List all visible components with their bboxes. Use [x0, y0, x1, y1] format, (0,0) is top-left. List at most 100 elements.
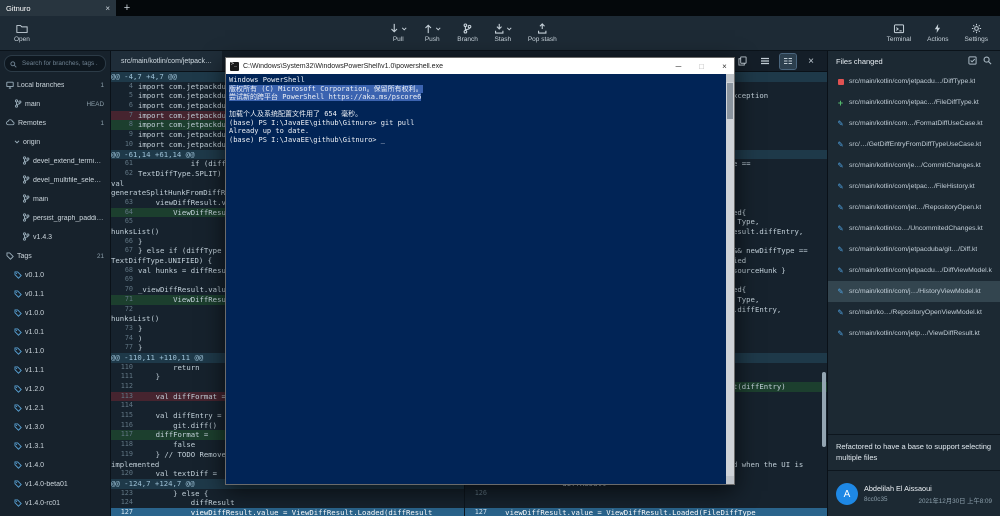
powershell-content[interactable]: Windows PowerShell版权所有 (C) Microsoft Cor… [226, 74, 734, 484]
sidebar-item-remote-branch[interactable]: v1.4.3 [0, 228, 110, 247]
tab-close-icon[interactable]: × [105, 4, 110, 13]
actions-button[interactable]: Actions [919, 16, 956, 50]
sidebar-section-local-branches[interactable]: Local branches 1 [0, 76, 110, 95]
diff-line[interactable]: 127 viewDiffResult.value = ViewDiffResul… [465, 508, 827, 516]
sidebar-item-local-branch[interactable]: main HEAD [0, 95, 110, 114]
sidebar-section-remotes[interactable]: Remotes 1 [0, 114, 110, 133]
sidebar-item-tag[interactable]: v1.3.1 [0, 437, 110, 456]
powershell-titlebar[interactable]: C:\Windows\System32\WindowsPowerShell\v1… [226, 58, 734, 74]
sidebar-item-remote-branch[interactable]: persist_graph_paddin… [0, 209, 110, 228]
minimize-button[interactable]: ─ [669, 58, 688, 74]
powershell-window[interactable]: C:\Windows\System32\WindowsPowerShell\v1… [225, 57, 735, 485]
tag-icon [14, 309, 22, 319]
line-number: 5 [111, 91, 138, 101]
new-tab-button[interactable]: + [116, 0, 138, 16]
commit-hash: 8cc0c35 [864, 496, 887, 505]
file-changed-item[interactable]: src/main/kotlin/com/jet…/RepositoryOpen.… [828, 197, 1000, 218]
file-changed-item[interactable]: src/main/kotlin/com/jetpac…/FileDiffType… [828, 92, 1000, 113]
line-text: viewDiffResult.value = ViewDiffResult.Lo… [492, 508, 827, 516]
diff-file-tab[interactable]: src/main/kotlin/com/jetpack… [111, 51, 222, 71]
head-badge: HEAD [87, 101, 105, 108]
files-changed-header: Files changed [828, 51, 1000, 71]
line-text [492, 489, 827, 499]
diff-line[interactable]: 126 [465, 489, 827, 499]
sidebar-section-tags[interactable]: Tags 21 [0, 247, 110, 266]
branch-search[interactable] [4, 55, 106, 72]
terminal-button[interactable]: Terminal [879, 16, 920, 50]
diff-line[interactable]: 124 diffResult [111, 498, 464, 508]
sidebar-item-remote-branch[interactable]: devel_extend_termina… [0, 152, 110, 171]
sidebar-item-remote-branch[interactable]: main [0, 190, 110, 209]
file-changed-item[interactable]: src/main/kotlin/com/jetp…/ViewDiffResult… [828, 323, 1000, 344]
sidebar-item-tag[interactable]: v1.0.1 [0, 323, 110, 342]
file-changed-item[interactable]: src/main/kotlin/com/jetpacduba/git…/Diff… [828, 239, 1000, 260]
diff-line[interactable] [465, 498, 827, 508]
sidebar-item-tag[interactable]: v1.2.1 [0, 399, 110, 418]
file-changed-item[interactable]: src/main/kotlin/com/jetpacdu…/DiffViewMo… [828, 260, 1000, 281]
unified-view-icon[interactable] [757, 54, 773, 69]
file-changed-item[interactable]: src/main/ko…/RepositoryOpenViewModel.kt [828, 302, 1000, 323]
chevron-down-icon[interactable] [401, 27, 407, 31]
file-status-icon [836, 266, 845, 275]
branch-button-label: Branch [457, 36, 478, 43]
sidebar-item-tag[interactable]: v0.1.1 [0, 285, 110, 304]
close-diff-icon[interactable]: × [803, 54, 819, 69]
file-changed-item[interactable]: src/main/kotlin/com…/FormatDiffUseCase.k… [828, 113, 1000, 134]
file-changed-item[interactable]: src/…/GetDiffEntryFromDiffTypeUseCase.kt [828, 134, 1000, 155]
branch-icon [22, 175, 30, 186]
sidebar-item-origin[interactable]: origin [0, 133, 110, 152]
line-number: 119 [111, 450, 138, 460]
console-scrollbar[interactable] [726, 74, 734, 484]
file-changed-item[interactable]: src/main/kotlin/com/jetpac…/FileHistory.… [828, 176, 1000, 197]
settings-button[interactable]: Settings [957, 16, 997, 50]
split-view-icon[interactable] [780, 54, 796, 69]
sidebar-item-tag[interactable]: v1.1.0 [0, 342, 110, 361]
console-scrollbar-thumb[interactable] [727, 83, 733, 119]
sidebar-item-remote-branch[interactable]: devel_multifile_select… [0, 171, 110, 190]
diff-line[interactable]: 123 } else { [111, 489, 464, 499]
tag-icon [14, 499, 22, 509]
line-number: 6 [111, 101, 138, 111]
pop-stash-button[interactable]: Pop stash [520, 16, 565, 50]
sidebar-item-tag[interactable]: v1.0.0 [0, 304, 110, 323]
sidebar-item-tag[interactable]: v1.2.0 [0, 380, 110, 399]
search-files-icon[interactable] [983, 52, 992, 70]
file-status-icon [836, 119, 845, 128]
tag-icon [14, 271, 22, 281]
file-changed-item[interactable]: src/main/kotlin/co…/UncommitedChanges.kt [828, 218, 1000, 239]
open-button[interactable]: Open [6, 16, 38, 50]
file-path: src/main/kotlin/com/jetpacdu…/DiffType.k… [849, 78, 975, 85]
file-status-icon [836, 98, 845, 108]
sidebar-item-tag[interactable]: v1.3.0 [0, 418, 110, 437]
sidebar-item-tag[interactable]: v1.4.0-beta01 [0, 475, 110, 494]
tag-icon [14, 480, 22, 490]
pull-button[interactable]: Pull [381, 16, 415, 50]
file-status-icon [836, 203, 845, 212]
push-button[interactable]: Push [415, 16, 449, 50]
file-changed-item[interactable]: src/main/kotlin/com/je…/CommitChanges.kt [828, 155, 1000, 176]
line-number: 124 [111, 498, 138, 508]
line-number: 113 [111, 392, 138, 402]
stash-button[interactable]: Stash [486, 16, 520, 50]
select-files-icon[interactable] [968, 52, 977, 70]
close-button[interactable]: × [715, 58, 734, 74]
sidebar-item-tag[interactable]: v1.4.0-rc01 [0, 494, 110, 513]
tab-gitnuro[interactable]: Gitnuro × [0, 0, 116, 16]
lightning-icon [933, 23, 942, 34]
diff-line[interactable]: 127 viewDiffResult.value = ViewDiffResul… [111, 508, 464, 516]
sidebar-item-tag[interactable]: v0.1.0 [0, 266, 110, 285]
diff-scrollbar[interactable] [822, 372, 826, 447]
branch-search-input[interactable] [20, 59, 100, 68]
sidebar-item-tag[interactable]: v1.4.0 [0, 456, 110, 475]
file-path: src/main/kotlin/com/jetp…/ViewDiffResult… [849, 330, 980, 337]
maximize-button[interactable]: □ [692, 58, 711, 74]
copy-icon[interactable] [734, 54, 750, 69]
tag-icon [14, 423, 22, 433]
file-changed-item[interactable]: src/main/kotlin/com/jetpacdu…/DiffType.k… [828, 71, 1000, 92]
branch-button[interactable]: Branch [449, 16, 486, 50]
file-changed-item[interactable]: src/main/kotlin/com/j…/HistoryViewModel.… [828, 281, 1000, 302]
sidebar-item-tag[interactable]: v1.1.1 [0, 361, 110, 380]
chevron-down-icon[interactable] [506, 27, 512, 31]
chevron-down-icon[interactable] [435, 27, 441, 31]
chevron-down-icon [14, 139, 20, 146]
